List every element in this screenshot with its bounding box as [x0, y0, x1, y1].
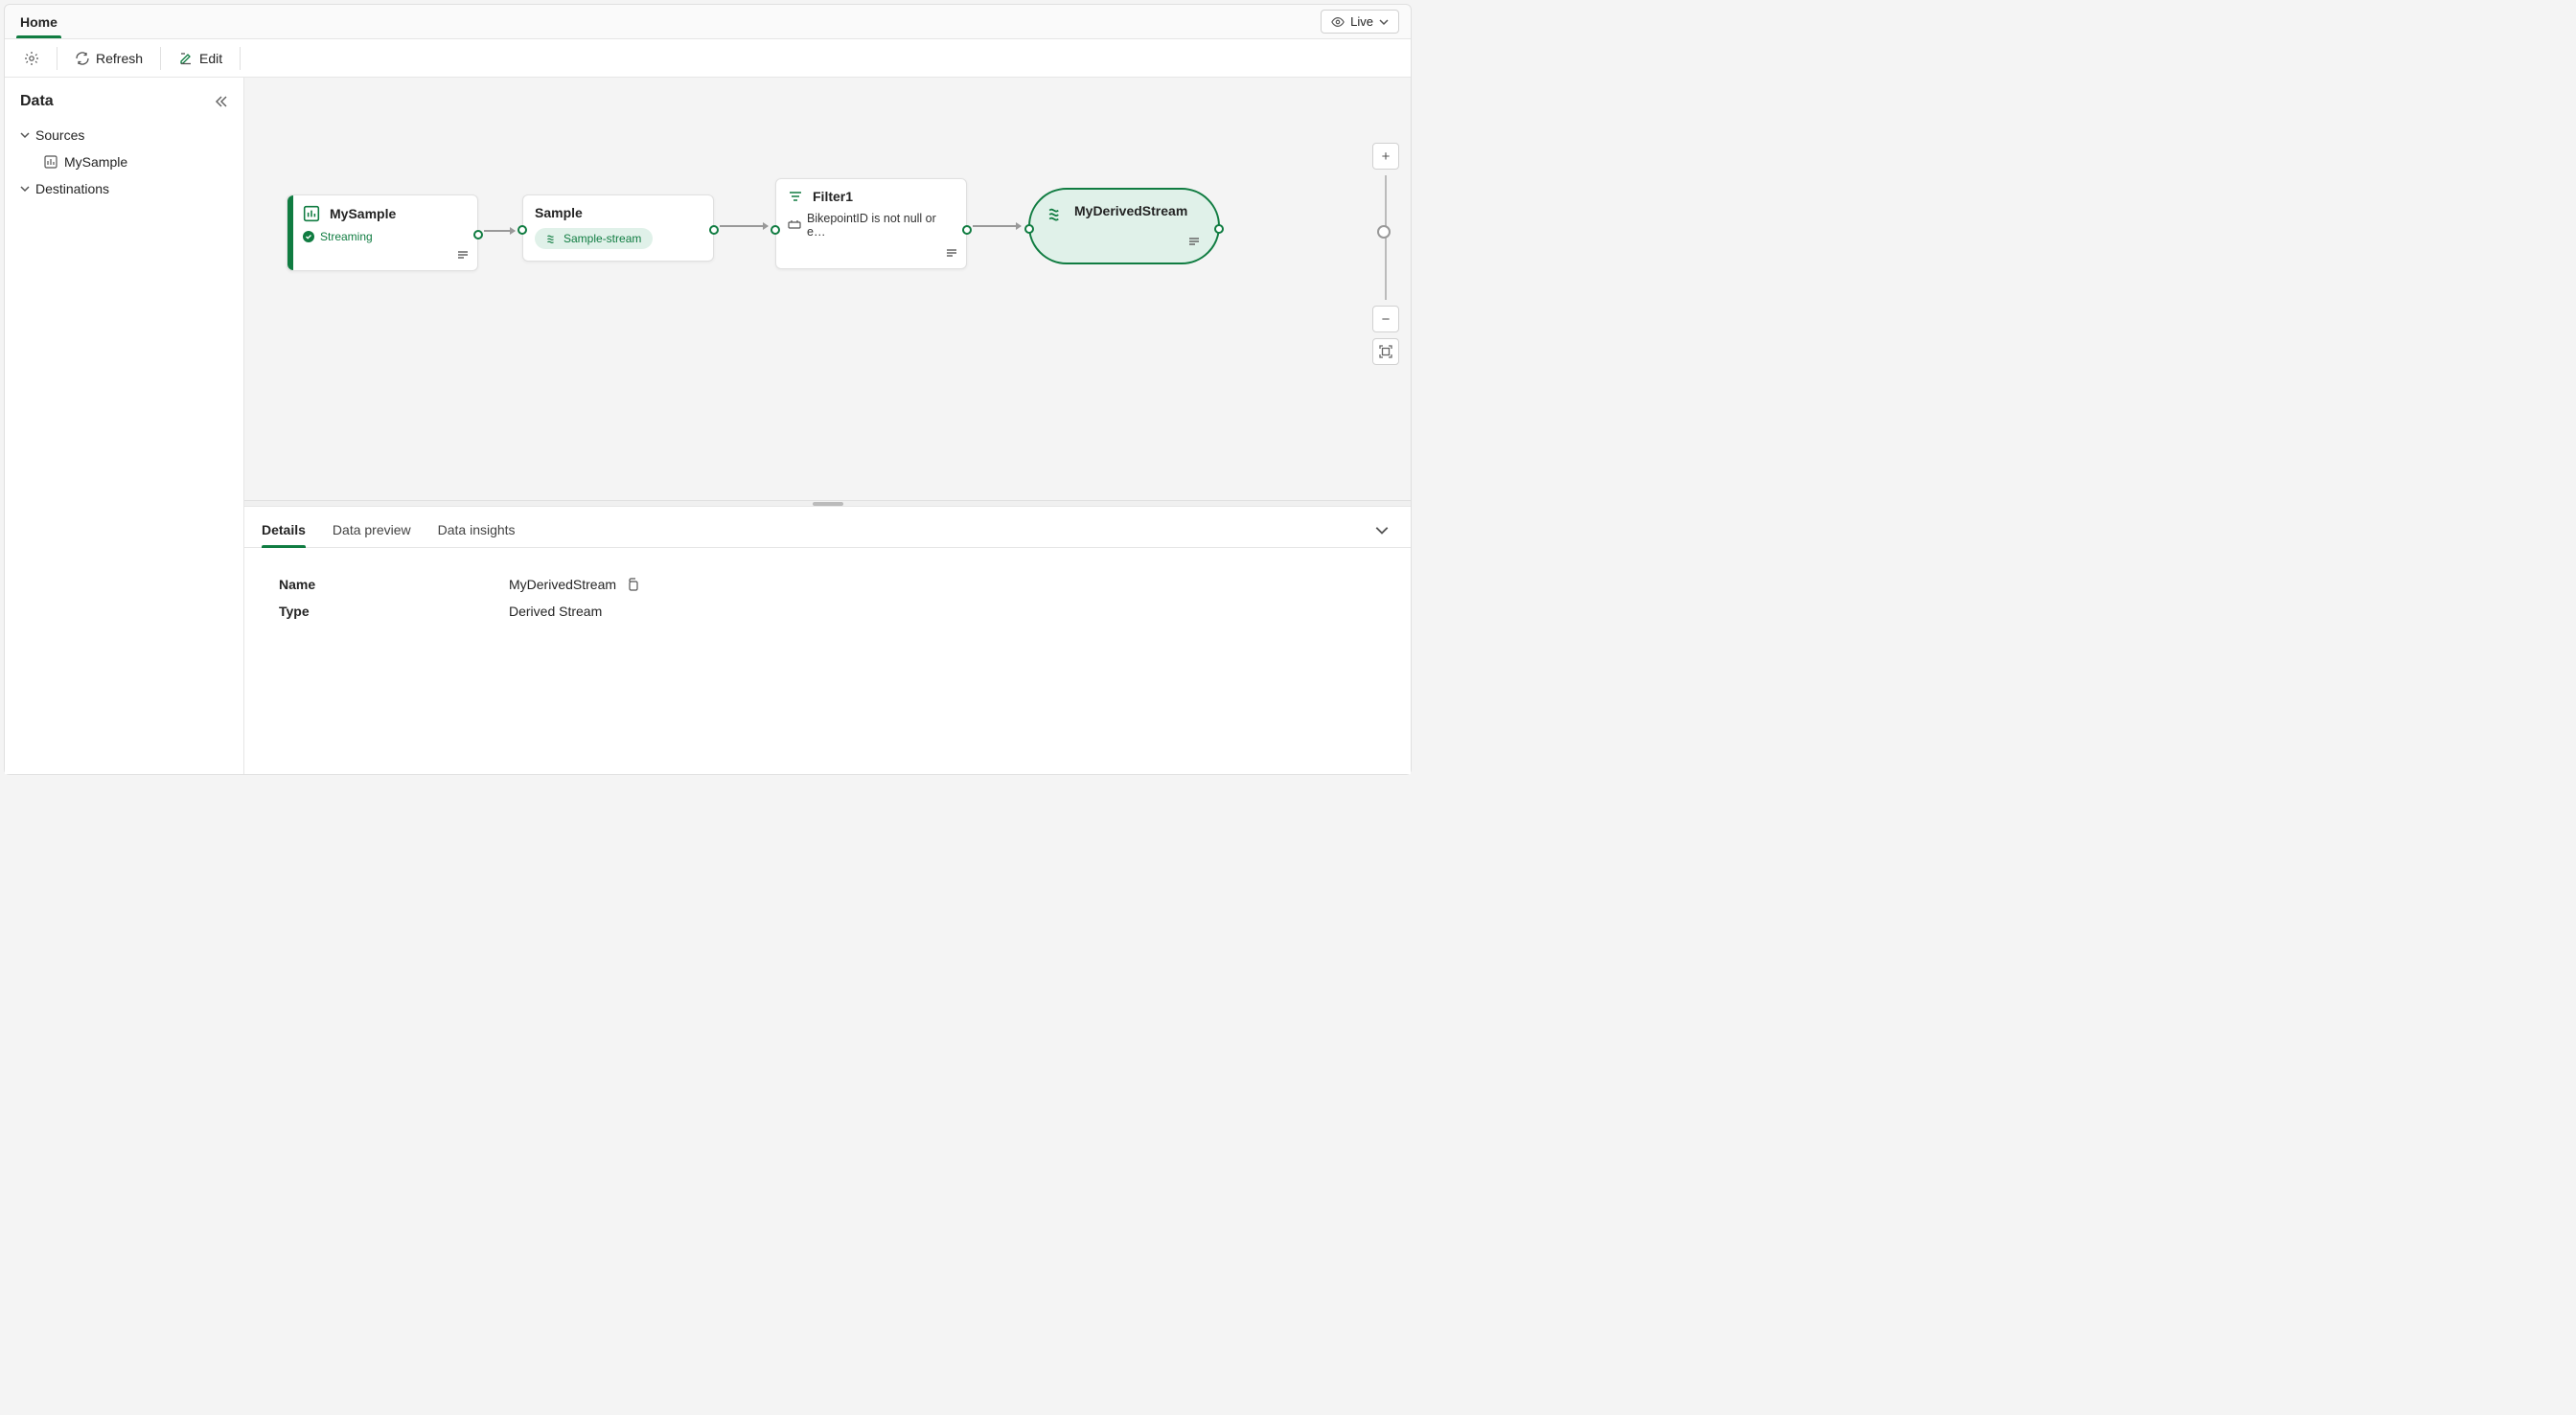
condition-icon [788, 218, 801, 232]
live-mode-button[interactable]: Live [1321, 10, 1399, 34]
sidebar-title: Data [20, 93, 54, 110]
node-derived-stream[interactable]: MyDerivedStream [1028, 188, 1220, 264]
node-mysample[interactable]: MySample Streaming [287, 194, 478, 271]
node-title: Filter1 [813, 189, 853, 204]
connector [973, 225, 1021, 227]
node-accent [288, 195, 293, 270]
separator [160, 47, 161, 70]
toolbar: Refresh Edit [5, 39, 1411, 78]
tab-strip: Home Live [5, 5, 1411, 39]
zoom-in-button[interactable]: + [1372, 143, 1399, 170]
zoom-slider-thumb[interactable] [1377, 225, 1391, 239]
chevron-down-icon [1374, 522, 1390, 537]
refresh-icon [75, 51, 90, 66]
fit-icon [1379, 345, 1392, 358]
node-filter[interactable]: Filter1 BikepointID is not null or e… [775, 178, 967, 269]
flow-canvas[interactable]: MySample Streaming Sample [244, 78, 1411, 500]
chip-label: Sample-stream [564, 232, 641, 245]
node-title: MyDerivedStream [1074, 203, 1187, 218]
stream-icon [546, 233, 558, 244]
gear-icon [24, 51, 39, 66]
filter-icon [788, 189, 803, 204]
node-menu-icon[interactable] [1187, 235, 1201, 251]
filter-condition: BikepointID is not null or e… [807, 212, 954, 239]
tab-data-preview[interactable]: Data preview [333, 516, 411, 547]
collapse-sidebar-icon[interactable] [215, 95, 228, 108]
sources-label: Sources [35, 127, 84, 143]
detail-name-label: Name [279, 577, 509, 592]
tab-details[interactable]: Details [262, 516, 306, 547]
chevron-down-icon [20, 184, 30, 194]
stream-icon [1047, 205, 1065, 222]
refresh-label: Refresh [96, 51, 143, 66]
output-port[interactable] [709, 225, 719, 235]
detail-name-value: MyDerivedStream [509, 577, 616, 592]
collapse-panel-button[interactable] [1374, 522, 1390, 542]
node-status: Streaming [320, 230, 373, 243]
tab-home[interactable]: Home [16, 7, 61, 37]
data-icon [43, 154, 58, 170]
input-port[interactable] [518, 225, 527, 235]
node-title: MySample [330, 206, 396, 221]
refresh-button[interactable]: Refresh [65, 46, 152, 71]
input-port[interactable] [1024, 224, 1034, 234]
detail-type-label: Type [279, 604, 509, 619]
chevron-down-icon [20, 130, 30, 140]
chart-icon [303, 205, 320, 222]
eye-icon [1331, 15, 1345, 29]
detail-type-value: Derived Stream [509, 604, 602, 619]
zoom-out-button[interactable]: − [1372, 306, 1399, 332]
tree-sources[interactable]: Sources [12, 122, 236, 148]
edit-label: Edit [199, 51, 222, 66]
canvas-controls: + − [1372, 143, 1399, 365]
settings-button[interactable] [14, 46, 49, 71]
destinations-label: Destinations [35, 181, 109, 196]
tree-item-mysample[interactable]: MySample [12, 148, 236, 175]
stream-chip[interactable]: Sample-stream [535, 228, 653, 249]
copy-icon[interactable] [626, 578, 639, 591]
connector [484, 230, 515, 232]
check-circle-icon [303, 231, 314, 242]
input-port[interactable] [770, 225, 780, 235]
node-title: Sample [535, 205, 583, 220]
output-port[interactable] [1214, 224, 1224, 234]
data-sidebar: Data Sources MySample Destinations [5, 78, 244, 774]
separator [240, 47, 241, 70]
node-menu-icon[interactable] [456, 248, 470, 264]
zoom-slider[interactable] [1385, 175, 1387, 300]
details-panel: Details Data preview Data insights Name … [244, 506, 1411, 774]
live-label: Live [1350, 14, 1373, 29]
splitter-handle [813, 502, 843, 506]
node-sample[interactable]: Sample Sample-stream [522, 194, 714, 262]
chevron-down-icon [1379, 17, 1389, 27]
output-port[interactable] [473, 230, 483, 240]
node-menu-icon[interactable] [945, 246, 958, 262]
source-item-label: MySample [64, 154, 127, 170]
connector [720, 225, 768, 227]
fit-view-button[interactable] [1372, 338, 1399, 365]
separator [57, 47, 58, 70]
tab-data-insights[interactable]: Data insights [438, 516, 516, 547]
edit-icon [178, 51, 194, 66]
tree-destinations[interactable]: Destinations [12, 175, 236, 202]
output-port[interactable] [962, 225, 972, 235]
edit-button[interactable]: Edit [169, 46, 232, 71]
